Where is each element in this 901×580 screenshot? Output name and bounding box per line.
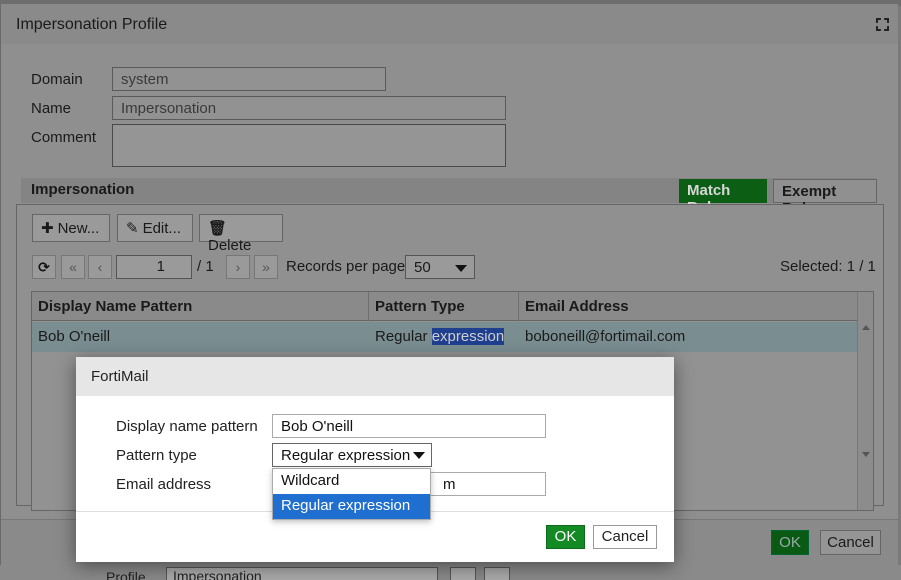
first-page-icon[interactable]: « bbox=[61, 255, 85, 279]
column-display-name-pattern[interactable]: Display Name Pattern bbox=[32, 292, 369, 321]
dialog-title-bar: FortiMail bbox=[76, 357, 674, 396]
ok-button[interactable]: OK bbox=[546, 525, 585, 549]
main-title: Impersonation Profile bbox=[16, 16, 168, 33]
column-pattern-type[interactable]: Pattern Type bbox=[369, 292, 519, 321]
records-per-page-value: 50 bbox=[414, 259, 431, 276]
tab-match-rule[interactable]: Match Rule bbox=[679, 179, 767, 216]
domain-label: Domain bbox=[31, 71, 83, 88]
edit-button[interactable]: ✎ Edit... bbox=[117, 214, 193, 242]
new-button-label: New... bbox=[57, 220, 100, 237]
pattern-type-dropdown: Wildcard Regular expression bbox=[272, 468, 431, 520]
trash-icon: 🗑 bbox=[208, 220, 228, 237]
table-row[interactable]: Bob O'neill Regular expression boboneill… bbox=[32, 322, 857, 352]
fortimail-edit-dialog: FortiMail Display name pattern Bob O'nei… bbox=[76, 357, 674, 562]
pattern-type-value: Regular expression bbox=[281, 447, 411, 464]
new-button[interactable]: ✚ New... bbox=[32, 214, 110, 242]
refresh-icon[interactable]: ⟳ bbox=[32, 255, 56, 279]
plus-icon: ✚ bbox=[41, 220, 54, 237]
option-regular-expression[interactable]: Regular expression bbox=[273, 494, 430, 519]
table-scrollbar[interactable] bbox=[857, 292, 873, 510]
cell-pattern-type-highlight: expression bbox=[431, 328, 505, 345]
profile-select[interactable]: Impersonation bbox=[166, 567, 438, 580]
delete-button-label: Delete bbox=[208, 237, 252, 254]
add-profile-icon[interactable] bbox=[450, 567, 476, 580]
scroll-down-icon[interactable] bbox=[862, 452, 870, 457]
cell-pattern-type: Regular expression bbox=[369, 322, 519, 352]
edit-icon: ✎ bbox=[126, 220, 139, 237]
profile-label: Profile bbox=[106, 569, 146, 580]
next-page-icon[interactable]: › bbox=[226, 255, 250, 279]
section-title: Impersonation bbox=[31, 181, 135, 198]
cell-display-name: Bob O'neill bbox=[38, 328, 111, 345]
option-wildcard[interactable]: Wildcard bbox=[273, 469, 430, 494]
page-input[interactable]: 1 bbox=[116, 255, 192, 279]
chevron-down-icon bbox=[413, 452, 425, 459]
tab-exempt-rule[interactable]: Exempt Rule bbox=[773, 179, 877, 217]
cell-email: boboneill@fortimail.com bbox=[525, 328, 686, 345]
main-title-bar: Impersonation Profile bbox=[1, 4, 898, 44]
main-ok-button[interactable]: OK bbox=[771, 530, 809, 555]
delete-button[interactable]: 🗑Delete bbox=[199, 214, 283, 254]
selected-count: Selected: 1 / 1 bbox=[780, 258, 876, 275]
domain-field[interactable]: system bbox=[112, 67, 386, 91]
edit-profile-icon[interactable] bbox=[484, 567, 510, 580]
prev-page-icon[interactable]: ‹ bbox=[88, 255, 112, 279]
edit-button-label: Edit... bbox=[142, 220, 181, 237]
dialog-title: FortiMail bbox=[91, 368, 149, 385]
display-name-label: Display name pattern bbox=[116, 418, 258, 435]
records-per-page-label: Records per page bbox=[286, 258, 406, 275]
table-header: Display Name Pattern Pattern Type Email … bbox=[32, 292, 857, 321]
background-profile-row: Profile Impersonation bbox=[0, 565, 901, 580]
scroll-up-icon[interactable] bbox=[862, 325, 870, 330]
cell-pattern-type-text: Regular bbox=[375, 328, 432, 345]
maximize-icon[interactable] bbox=[876, 18, 889, 31]
column-email-address[interactable]: Email Address bbox=[519, 292, 857, 321]
pattern-type-select[interactable]: Regular expression bbox=[272, 443, 432, 467]
records-per-page-select[interactable]: 50 bbox=[405, 255, 475, 279]
main-cancel-button[interactable]: Cancel bbox=[820, 530, 881, 555]
pattern-type-label: Pattern type bbox=[116, 447, 197, 464]
last-page-icon[interactable]: » bbox=[254, 255, 278, 279]
cancel-button[interactable]: Cancel bbox=[593, 525, 657, 549]
comment-label: Comment bbox=[31, 129, 97, 146]
name-field[interactable]: Impersonation bbox=[112, 96, 506, 120]
name-label: Name bbox=[31, 100, 72, 117]
chevron-down-icon bbox=[455, 265, 467, 272]
display-name-input[interactable]: Bob O'neill bbox=[272, 414, 546, 438]
email-label: Email address bbox=[116, 476, 212, 493]
total-pages: / 1 bbox=[197, 258, 214, 275]
comment-field[interactable] bbox=[112, 124, 506, 167]
